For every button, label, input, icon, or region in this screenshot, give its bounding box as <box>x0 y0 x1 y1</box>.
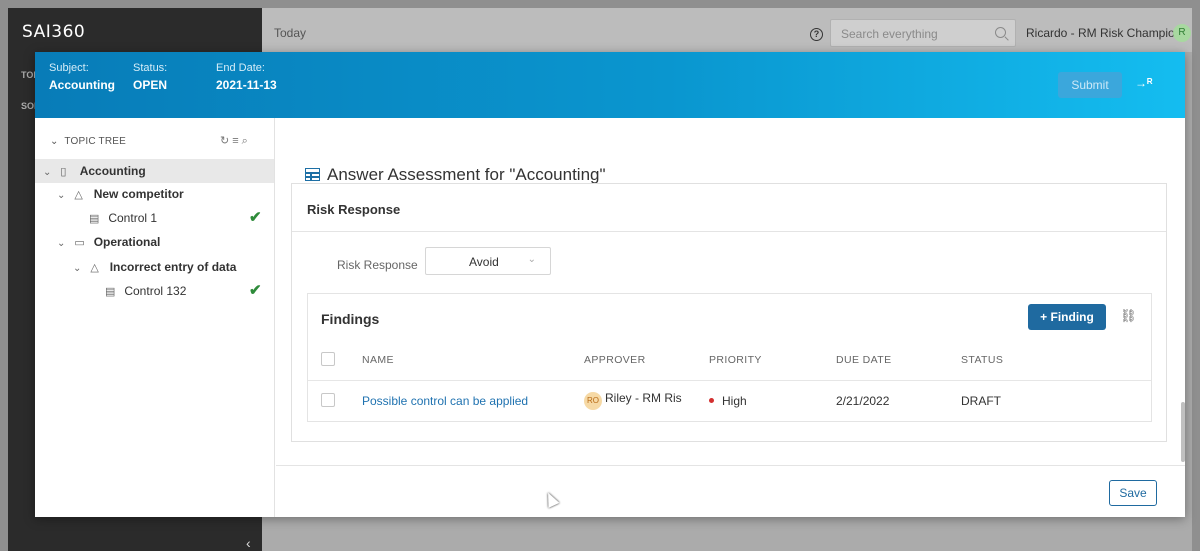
risk-response-value: Avoid <box>469 255 499 269</box>
tree-tools: ↻≡⌕ <box>220 134 251 148</box>
chevron-down-icon[interactable]: ⌄ <box>57 232 71 256</box>
chevron-down-icon[interactable]: ⌄ <box>73 257 87 281</box>
search-placeholder: Search everything <box>841 27 938 41</box>
warning-icon: △ <box>90 262 99 274</box>
divider <box>308 380 1151 381</box>
status-value: OPEN <box>133 78 168 92</box>
chevron-down-icon: ⌄ <box>527 254 536 265</box>
user-name[interactable]: Ricardo - RM Risk Champion <box>1026 26 1181 40</box>
panel-title: Risk Response <box>307 202 401 217</box>
risk-response-panel: Risk Response Risk Response Avoid ⌄ Find… <box>291 183 1167 442</box>
tree-item-label: Incorrect entry of data <box>109 260 237 274</box>
search-input[interactable]: Search everything <box>830 19 1016 47</box>
mouse-cursor-icon <box>542 490 560 508</box>
end-date-value: 2021-11-13 <box>216 78 277 92</box>
approver-avatar: RO <box>584 392 602 410</box>
scrollbar[interactable] <box>1181 402 1185 462</box>
approver-name: Riley - RM Ris <box>605 391 682 405</box>
risk-response-select[interactable]: Avoid ⌄ <box>425 247 551 275</box>
subject-value: Accounting <box>49 78 115 92</box>
folder-icon: ▭ <box>74 237 85 249</box>
tree-item-new-competitor[interactable]: ⌄ △ New competitor <box>35 182 274 206</box>
tree-item-label: Operational <box>93 235 161 249</box>
column-header-status[interactable]: STATUS <box>961 354 1003 366</box>
topic-tree: ⌄ TOPIC TREE ↻≡⌕ ⌄ ▯ Accounting ⌄ △ New … <box>35 118 275 517</box>
status-field: Status: OPEN <box>133 62 167 92</box>
submit-button[interactable]: Submit <box>1058 72 1122 98</box>
warning-icon: △ <box>74 189 83 201</box>
modal-header: Subject: Accounting Status: OPEN End Dat… <box>35 52 1185 118</box>
end-date-label: End Date: <box>216 62 265 74</box>
tree-item-operational[interactable]: ⌄ ▭ Operational <box>35 230 274 254</box>
column-header-priority[interactable]: PRIORITY <box>709 354 762 366</box>
tree-item-control-132[interactable]: ▤ Control 132 ✔ <box>35 279 274 303</box>
due-date-cell: 2/21/2022 <box>836 394 890 408</box>
row-checkbox[interactable] <box>321 393 335 407</box>
status-label: Status: <box>133 62 168 74</box>
app-logo: SAI360 <box>22 22 86 42</box>
column-header-name[interactable]: NAME <box>362 354 394 366</box>
collapse-sidebar-icon[interactable]: ‹ <box>246 535 251 551</box>
finding-name-link[interactable]: Possible control can be applied <box>362 394 528 408</box>
tree-item-accounting[interactable]: ⌄ ▯ Accounting <box>35 159 274 183</box>
priority-cell: High <box>709 394 747 408</box>
check-icon: ✔ <box>249 209 262 226</box>
tree-item-label: Control 132 <box>124 284 187 298</box>
search-tree-icon[interactable]: ⌕ <box>242 135 251 147</box>
subject-field: Subject: Accounting <box>49 62 115 92</box>
column-header-due-date[interactable]: DUE DATE <box>836 354 892 366</box>
priority-dot-icon <box>709 398 714 403</box>
check-icon: ✔ <box>249 282 262 299</box>
document-icon: ▯ <box>60 166 67 178</box>
topbar-title: Today <box>274 26 307 40</box>
divider <box>276 465 1185 466</box>
tree-item-control-1[interactable]: ▤ Control 1 ✔ <box>35 206 274 230</box>
chevron-down-icon[interactable]: ⌄ <box>57 184 71 208</box>
end-date-field: End Date: 2021-11-13 <box>216 62 277 92</box>
tree-item-label: New competitor <box>93 187 184 201</box>
status-cell: DRAFT <box>961 394 1001 408</box>
subject-label: Subject: <box>49 62 89 74</box>
tree-item-label: Accounting <box>79 164 146 178</box>
findings-title: Findings <box>321 311 380 327</box>
findings-table: Findings + Finding ⛓ NAME APPROVER PRIOR… <box>307 293 1152 422</box>
approver-cell: RO Riley - RM Ris <box>584 391 682 410</box>
select-all-checkbox[interactable] <box>321 352 335 366</box>
control-icon: ▤ <box>105 286 116 298</box>
app-topbar: Today ? Search everything Ricardo - RM R… <box>262 8 1192 52</box>
control-icon: ▤ <box>89 213 100 225</box>
tree-item-label: Control 1 <box>108 211 158 225</box>
link-icon[interactable]: ⛓ <box>1120 308 1137 324</box>
refresh-icon[interactable]: ↻ <box>220 135 232 147</box>
save-button[interactable]: Save <box>1109 480 1157 506</box>
divider <box>292 231 1166 232</box>
help-icon[interactable]: ? <box>810 28 823 41</box>
expand-all-icon[interactable]: ≡ <box>232 135 241 147</box>
priority-value: High <box>722 394 747 408</box>
page-title: Answer Assessment for "Accounting" <box>327 165 606 184</box>
assessment-modal: Subject: Accounting Status: OPEN End Dat… <box>35 52 1185 517</box>
add-finding-button[interactable]: + Finding <box>1028 304 1106 330</box>
avatar[interactable]: R <box>1173 24 1191 42</box>
column-header-approver[interactable]: APPROVER <box>584 354 646 366</box>
risk-response-label: Risk Response <box>337 258 418 272</box>
tree-item-incorrect-entry[interactable]: ⌄ △ Incorrect entry of data <box>35 255 274 279</box>
search-icon[interactable] <box>995 27 1006 38</box>
assign-user-icon[interactable]: →ᴿ <box>1135 76 1153 90</box>
topic-tree-header[interactable]: ⌄ TOPIC TREE <box>50 136 126 147</box>
